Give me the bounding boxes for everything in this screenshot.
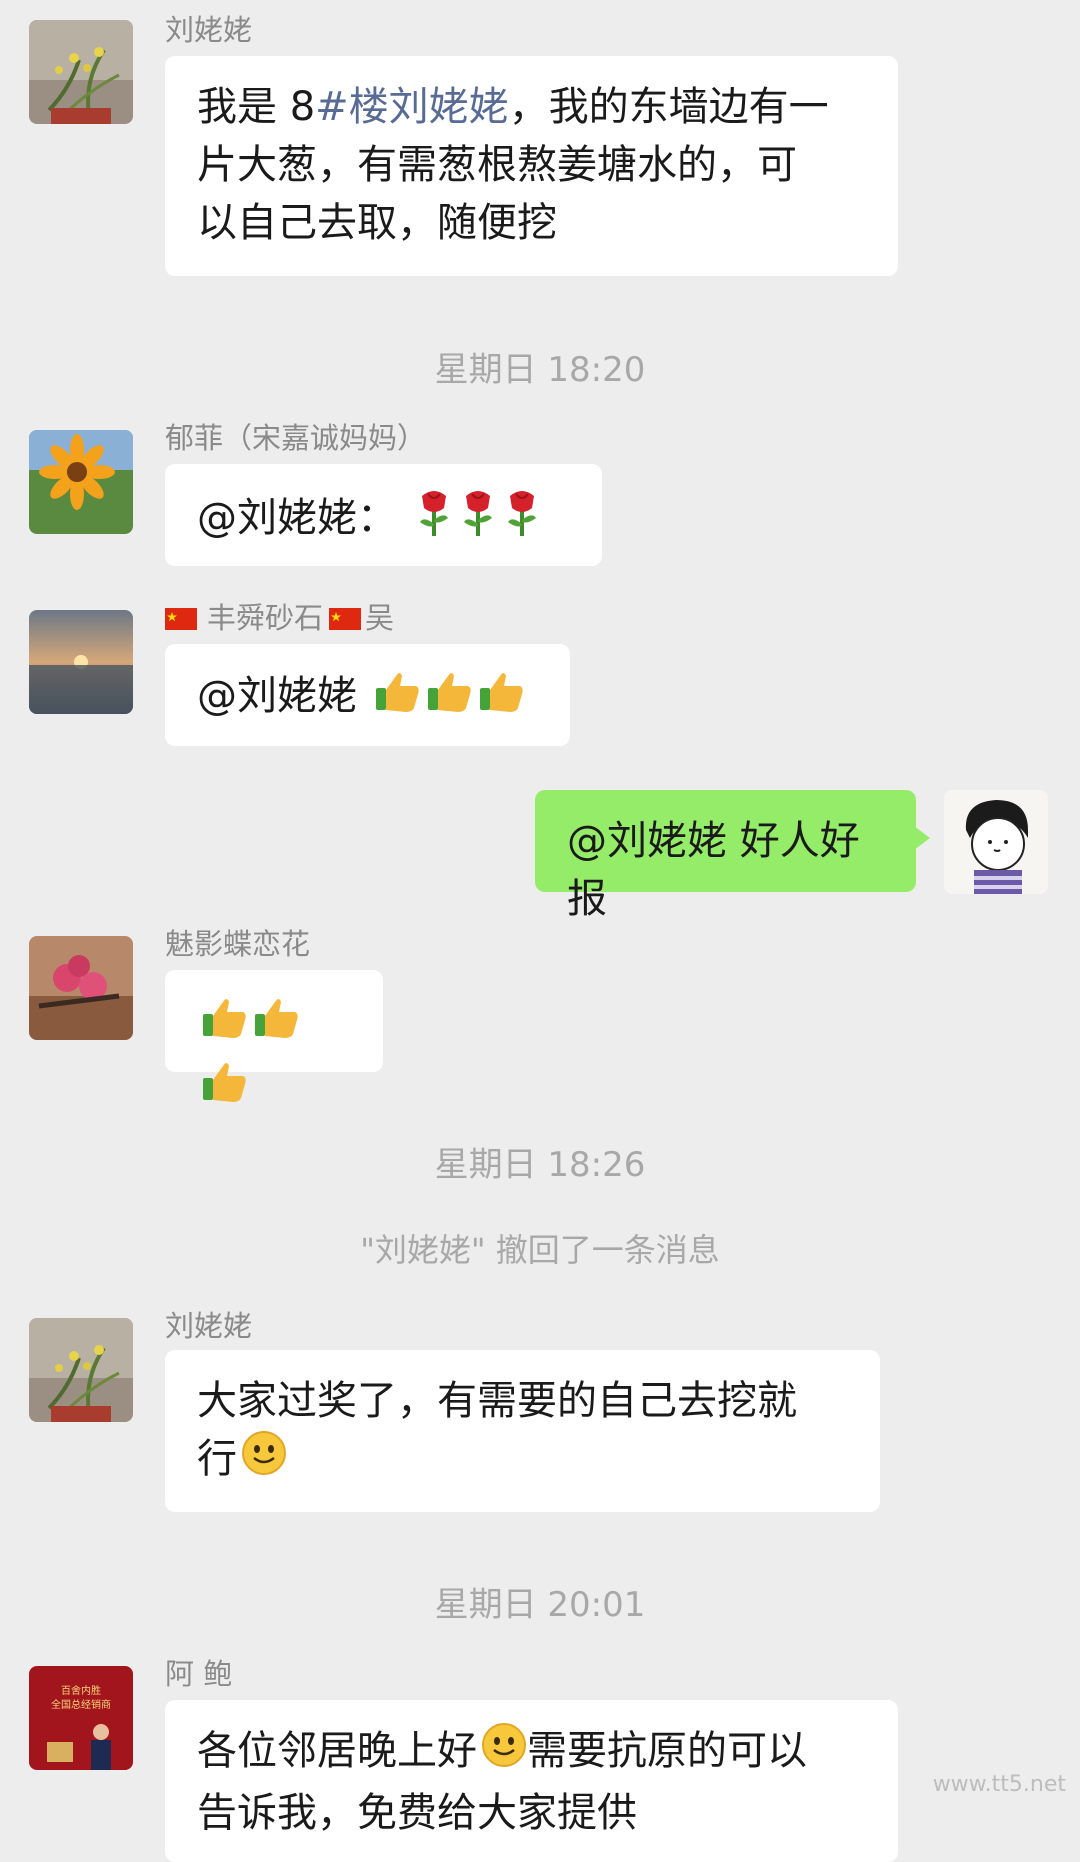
- message-bubble[interactable]: [165, 970, 383, 1102]
- sender-name: 刘姥姥: [165, 1309, 253, 1343]
- rose-emoji: [414, 486, 454, 554]
- avatar-fengshun[interactable]: [29, 610, 133, 714]
- timestamp: 星期日 18:20: [434, 350, 646, 390]
- recall-notice: "刘姥姥" 撤回了一条消息: [360, 1231, 720, 1269]
- message-bubble[interactable]: 大家过奖了，有需要的自己去挖就 行: [165, 1350, 880, 1512]
- my-avatar[interactable]: [944, 790, 1048, 894]
- sender-name: 阿 鲍: [165, 1657, 233, 1691]
- china-flag-icon: [165, 604, 197, 636]
- rose-emoji: [502, 486, 542, 554]
- watermark: www.tt5.net: [932, 1772, 1066, 1797]
- avatar-yufei[interactable]: [29, 430, 133, 534]
- smile-emoji: [241, 1430, 287, 1492]
- thumbs-up-emoji: [253, 992, 301, 1056]
- avatar-meiying[interactable]: [29, 936, 133, 1040]
- my-message-bubble[interactable]: @刘姥姥 好人好报: [535, 790, 930, 922]
- svg-text:百舍内胜: 百舍内胜: [61, 1684, 101, 1697]
- message-bubble[interactable]: 我是 8#楼刘姥姥，我的东墙边有一 片大葱，有需葱根熬姜塘水的，可 以自己去取，…: [165, 56, 898, 276]
- message-bubble[interactable]: @刘姥姥：: [165, 464, 602, 566]
- smile-emoji: [481, 1722, 527, 1784]
- hashtag-link[interactable]: #楼刘姥姥: [315, 84, 509, 130]
- sender-name: 丰舜砂石吴: [165, 602, 394, 636]
- message-bubble[interactable]: @刘姥姥: [165, 644, 570, 746]
- thumbs-up-emoji: [201, 1056, 249, 1120]
- thumbs-up-emoji: [426, 666, 474, 730]
- thumbs-up-emoji: [478, 666, 526, 730]
- sender-name: 刘姥姥: [165, 13, 253, 47]
- message-bubble[interactable]: 各位邻居晚上好 需要抗原的可以 告诉我，免费给大家提供: [165, 1700, 898, 1862]
- sender-name: 魅影蝶恋花: [165, 927, 311, 961]
- chat-window: 刘姥姥 我是 8#楼刘姥姥，我的东墙边有一 片大葱，有需葱根熬姜塘水的，可 以自…: [0, 0, 1080, 1862]
- thumbs-up-emoji: [201, 992, 249, 1056]
- avatar-liu[interactable]: [29, 1318, 133, 1422]
- sender-name: 郁菲（宋嘉诚妈妈）: [165, 421, 427, 455]
- avatar-abao[interactable]: 百舍内胜 全国总经销商: [29, 1666, 133, 1770]
- timestamp: 星期日 20:01: [434, 1585, 646, 1625]
- svg-text:全国总经销商: 全国总经销商: [51, 1698, 111, 1711]
- thumbs-up-emoji: [374, 666, 422, 730]
- avatar-liu[interactable]: [29, 20, 133, 124]
- timestamp: 星期日 18:26: [434, 1145, 646, 1185]
- china-flag-icon: [329, 604, 362, 636]
- rose-emoji: [458, 486, 498, 554]
